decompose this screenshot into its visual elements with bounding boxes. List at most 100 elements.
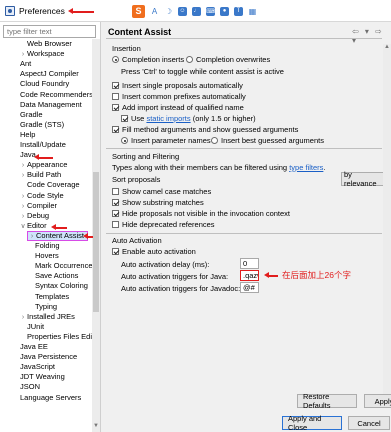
- checkbox[interactable]: [112, 199, 119, 206]
- tree-item[interactable]: › Workspace: [19, 49, 65, 59]
- checkbox[interactable]: [112, 210, 119, 217]
- tree-item[interactable]: Ant: [12, 59, 31, 69]
- cancel-button[interactable]: Cancel: [348, 416, 390, 430]
- scroll-down-arrow-icon[interactable]: ▼: [93, 423, 99, 430]
- microphone-icon[interactable]: ♩: [192, 6, 201, 16]
- tree-item-label: Java EE: [20, 342, 48, 351]
- sort-proposals-dropdown[interactable]: by relevance: [341, 170, 389, 188]
- static-suffix: (only 1.5 or higher): [192, 114, 256, 123]
- tree-item[interactable]: Language Servers: [12, 393, 81, 403]
- tree-item-label: Appearance: [27, 160, 68, 170]
- radio-button[interactable]: [211, 137, 218, 144]
- sorting-heading: Sorting and Filtering: [112, 152, 180, 161]
- tree-item[interactable]: Web Browser: [19, 39, 72, 49]
- history-nav-icon[interactable]: ⇦ ▾ ⇨ ▾: [352, 27, 391, 45]
- smiley-icon[interactable]: ☺: [178, 6, 187, 16]
- tree-item[interactable]: JDT Weaving: [12, 372, 65, 382]
- add-import-checkbox[interactable]: Add import instead of qualified name: [112, 103, 244, 112]
- tree-item[interactable]: Properties Files Editor: [19, 332, 100, 342]
- sogou-logo-icon[interactable]: S: [132, 4, 145, 18]
- tree-item[interactable]: Java EE: [12, 342, 48, 352]
- tree-item[interactable]: Java Persistence: [12, 352, 77, 362]
- grid-icon[interactable]: ▦: [248, 7, 257, 16]
- tree-item[interactable]: Code Recommenders: [12, 90, 93, 100]
- insert-single-checkbox[interactable]: Insert single proposals automatically: [112, 81, 243, 90]
- tree-item[interactable]: Gradle: [12, 110, 43, 120]
- tree-scrollbar[interactable]: ▼: [92, 39, 100, 432]
- enable-auto-activation-checkbox[interactable]: Enable auto activation: [112, 247, 196, 256]
- hide-deprecated-checkbox[interactable]: Hide deprecated references: [112, 220, 215, 229]
- user-icon[interactable]: ●: [220, 6, 229, 16]
- camel-case-checkbox[interactable]: Show camel case matches: [112, 187, 211, 196]
- type-filters-link[interactable]: type filters: [289, 163, 323, 172]
- tree-item[interactable]: Save Actions: [27, 271, 78, 281]
- insert-best-guessed-radio[interactable]: Insert best guessed arguments: [211, 136, 324, 145]
- tree-item[interactable]: ∨Editor: [19, 221, 46, 232]
- checkbox[interactable]: [112, 126, 119, 133]
- tree-item[interactable]: JavaScript: [12, 362, 55, 372]
- tree-item[interactable]: Mark Occurrences: [27, 261, 96, 271]
- hide-invisible-checkbox[interactable]: Hide proposals not visible in the invoca…: [112, 209, 290, 218]
- checkbox[interactable]: [112, 104, 119, 111]
- tree-item[interactable]: › Build Path: [19, 170, 61, 180]
- tree-item[interactable]: › Compiler: [19, 201, 57, 211]
- apply-and-close-button[interactable]: Apply and Close: [282, 414, 342, 432]
- content-vertical-scrollbar[interactable]: ▲ ▼: [383, 44, 391, 406]
- checkbox[interactable]: [112, 188, 119, 195]
- checkbox[interactable]: [112, 82, 119, 89]
- tree-item-label: Save Actions: [35, 271, 79, 281]
- insert-parameter-names-radio[interactable]: Insert parameter names: [121, 136, 211, 145]
- scroll-up-arrow-icon[interactable]: ▲: [383, 44, 391, 50]
- filter-input[interactable]: [3, 25, 96, 38]
- tree-item[interactable]: Gradle (STS): [12, 120, 64, 130]
- checkbox[interactable]: [112, 221, 119, 228]
- apply-button[interactable]: Apply: [364, 394, 391, 408]
- insert-common-checkbox[interactable]: Insert common prefixes automatically: [112, 92, 246, 101]
- radio-button[interactable]: [121, 137, 128, 144]
- tree-item[interactable]: Hovers: [27, 251, 59, 261]
- fill-arguments-checkbox[interactable]: Fill method arguments and show guessed a…: [112, 125, 298, 134]
- radio-button[interactable]: [112, 56, 119, 63]
- use-static-imports-checkbox[interactable]: Use static imports (only 1.5 or higher): [121, 114, 256, 123]
- letter-a-icon[interactable]: A: [150, 7, 159, 16]
- tree-item[interactable]: Java: [12, 150, 36, 160]
- page-title: Content Assist: [108, 27, 172, 37]
- tree-item[interactable]: Cloud Foundry: [12, 79, 69, 89]
- tree-item[interactable]: Install/Update: [12, 140, 66, 150]
- delay-field[interactable]: 0: [240, 258, 259, 269]
- keyboard-icon[interactable]: ⌨: [206, 6, 215, 16]
- tree-item[interactable]: AspectJ Compiler: [12, 69, 79, 79]
- substring-checkbox[interactable]: Show substring matches: [112, 198, 204, 207]
- tree-item[interactable]: Data Management: [12, 100, 82, 110]
- static-imports-link[interactable]: static imports: [146, 114, 190, 123]
- chevron-right-icon[interactable]: ›: [28, 233, 36, 241]
- tree-item[interactable]: › Installed JREs: [19, 312, 75, 322]
- tree-item[interactable]: › Debug: [19, 211, 49, 221]
- tree-item[interactable]: Help: [12, 130, 35, 140]
- checkbox[interactable]: [112, 248, 119, 255]
- tree-item[interactable]: › Content Assist: [27, 230, 88, 241]
- chevron-down-icon[interactable]: ∨: [19, 222, 27, 232]
- tree-scrollbar-thumb[interactable]: [93, 172, 99, 312]
- completion-overwrites-radio[interactable]: Completion overwrites: [186, 55, 270, 64]
- tree-item[interactable]: Folding: [27, 241, 60, 251]
- javadoc-triggers-field[interactable]: @#: [240, 282, 259, 293]
- checkbox[interactable]: [112, 93, 119, 100]
- radio-button[interactable]: [186, 56, 193, 63]
- tree-item[interactable]: Templates: [27, 292, 69, 302]
- tree-item[interactable]: Typing: [27, 302, 57, 312]
- tree-item[interactable]: JSON: [12, 382, 40, 392]
- moon-icon[interactable]: ☽: [164, 7, 173, 16]
- checkbox[interactable]: [121, 115, 128, 122]
- shirt-icon[interactable]: T: [234, 6, 243, 16]
- tree-item[interactable]: Syntax Coloring: [27, 281, 88, 291]
- java-triggers-field[interactable]: .qazw: [240, 270, 259, 281]
- javadoc-triggers-label: Auto activation triggers for Javadoc:: [121, 284, 241, 293]
- completion-inserts-radio[interactable]: Completion inserts: [112, 55, 184, 64]
- restore-defaults-button[interactable]: Restore Defaults: [297, 392, 357, 410]
- eclipse-icon: [5, 6, 15, 16]
- tree-item[interactable]: Code Coverage: [19, 180, 80, 190]
- tree-item[interactable]: JUnit: [19, 322, 44, 332]
- tree-item[interactable]: › Code Style: [19, 191, 64, 201]
- tree-item[interactable]: › Appearance: [19, 160, 68, 170]
